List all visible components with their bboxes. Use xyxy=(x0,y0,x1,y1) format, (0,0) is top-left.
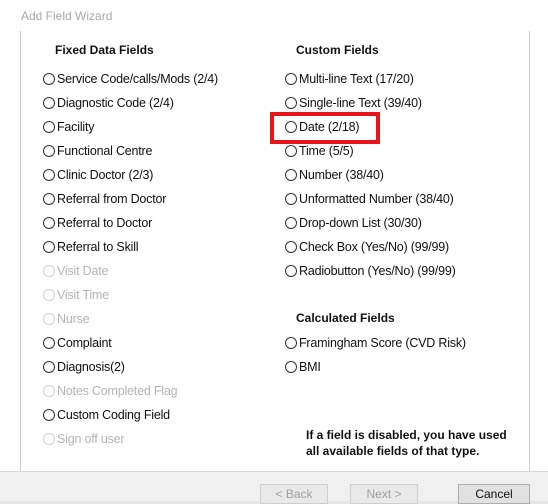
radio-circle[interactable] xyxy=(285,265,297,277)
radio-bmi[interactable]: BMI xyxy=(285,358,321,376)
radio-label: Time (5/5) xyxy=(299,144,354,158)
highlight-box xyxy=(270,112,380,144)
note-line-2: all available fields of that type. xyxy=(306,444,480,458)
radio-label: Unformatted Number (38/40) xyxy=(299,192,454,206)
radio-label: Notes Completed Flag xyxy=(57,384,178,398)
radio-circle[interactable] xyxy=(43,217,55,229)
next-button[interactable]: Next > xyxy=(350,484,418,504)
cancel-button[interactable]: Cancel xyxy=(458,484,530,504)
radio-label: Check Box (Yes/No) (99/99) xyxy=(299,240,449,254)
radio-circle[interactable] xyxy=(285,169,297,181)
radio-circle[interactable] xyxy=(285,193,297,205)
radio-nurse: Nurse xyxy=(43,310,90,328)
disabled-field-note: If a field is disabled, you have used al… xyxy=(306,427,536,459)
radio-label: Visit Date xyxy=(57,264,109,278)
add-field-wizard-window: Add Field Wizard Fixed Data Fields Servi… xyxy=(0,0,548,504)
radio-label: Multi-line Text (17/20) xyxy=(299,72,414,86)
radio-circle xyxy=(43,433,55,445)
radio-circle[interactable] xyxy=(43,337,55,349)
radio-circle[interactable] xyxy=(43,193,55,205)
radio-facility[interactable]: Facility xyxy=(43,118,94,136)
fixed-data-fields-header: Fixed Data Fields xyxy=(55,43,154,57)
radio-label: Facility xyxy=(57,120,95,134)
radio-circle[interactable] xyxy=(285,337,297,349)
radio-label: Referral to Skill xyxy=(57,240,139,254)
radio-circle[interactable] xyxy=(285,145,297,157)
radio-circle[interactable] xyxy=(43,361,55,373)
radio-circle[interactable] xyxy=(43,169,55,181)
radio-label: Number (38/40) xyxy=(299,168,384,182)
radio-circle xyxy=(43,385,55,397)
radio-referral-from-doctor[interactable]: Referral from Doctor xyxy=(43,190,166,208)
radio-referral-to-skill[interactable]: Referral to Skill xyxy=(43,238,139,256)
back-button[interactable]: < Back xyxy=(260,484,328,504)
radio-label: Referral from Doctor xyxy=(57,192,167,206)
radio-circle[interactable] xyxy=(285,73,297,85)
radio-circle xyxy=(43,289,55,301)
radio-label: Referral to Doctor xyxy=(57,216,153,230)
radio-circle[interactable] xyxy=(285,241,297,253)
radio-multi-line-text[interactable]: Multi-line Text (17/20) xyxy=(285,70,414,88)
radio-label: Clinic Doctor (2/3) xyxy=(57,168,154,182)
radio-circle[interactable] xyxy=(285,97,297,109)
radio-label: BMI xyxy=(299,360,321,374)
radio-circle[interactable] xyxy=(43,145,55,157)
radio-custom-coding-field[interactable]: Custom Coding Field xyxy=(43,406,170,424)
note-line-1: If a field is disabled, you have used xyxy=(306,428,507,442)
radio-label: Nurse xyxy=(57,312,90,326)
radio-visit-date: Visit Date xyxy=(43,262,108,280)
window-title: Add Field Wizard xyxy=(21,9,113,23)
radio-drop-down-list[interactable]: Drop-down List (30/30) xyxy=(285,214,422,232)
radio-circle[interactable] xyxy=(285,361,297,373)
radio-label: Service Code/calls/Mods (2/4) xyxy=(57,72,218,86)
radio-label: Sign off user xyxy=(57,432,125,446)
radio-label: Custom Coding Field xyxy=(57,408,170,422)
radio-number[interactable]: Number (38/40) xyxy=(285,166,384,184)
radio-circle[interactable] xyxy=(43,241,55,253)
radio-unformatted-number[interactable]: Unformatted Number (38/40) xyxy=(285,190,454,208)
radio-radiobutton[interactable]: Radiobutton (Yes/No) (99/99) xyxy=(285,262,456,280)
radio-single-line-text[interactable]: Single-line Text (39/40) xyxy=(285,94,422,112)
radio-label: Single-line Text (39/40) xyxy=(299,96,422,110)
radio-framingham-score[interactable]: Framingham Score (CVD Risk) xyxy=(285,334,466,352)
radio-label: Radiobutton (Yes/No) (99/99) xyxy=(299,264,456,278)
radio-label: Drop-down List (30/30) xyxy=(299,216,422,230)
radio-label: Functional Centre xyxy=(57,144,153,158)
radio-functional-centre[interactable]: Functional Centre xyxy=(43,142,152,160)
radio-diagnostic-code[interactable]: Diagnostic Code (2/4) xyxy=(43,94,174,112)
radio-sign-off-user: Sign off user xyxy=(43,430,125,448)
radio-circle[interactable] xyxy=(43,409,55,421)
radio-circle[interactable] xyxy=(43,121,55,133)
radio-label: Complaint xyxy=(57,336,112,350)
radio-label: Diagnosis(2) xyxy=(57,360,125,374)
radio-circle xyxy=(43,265,55,277)
radio-circle[interactable] xyxy=(43,73,55,85)
radio-service-code[interactable]: Service Code/calls/Mods (2/4) xyxy=(43,70,218,88)
radio-visit-time: Visit Time xyxy=(43,286,109,304)
custom-fields-header: Custom Fields xyxy=(296,43,379,57)
radio-referral-to-doctor[interactable]: Referral to Doctor xyxy=(43,214,152,232)
radio-notes-completed-flag: Notes Completed Flag xyxy=(43,382,178,400)
radio-circle[interactable] xyxy=(285,217,297,229)
radio-circle[interactable] xyxy=(43,97,55,109)
radio-label: Framingham Score (CVD Risk) xyxy=(299,336,466,350)
radio-check-box[interactable]: Check Box (Yes/No) (99/99) xyxy=(285,238,449,256)
radio-label: Visit Time xyxy=(57,288,109,302)
radio-complaint[interactable]: Complaint xyxy=(43,334,112,352)
calculated-fields-header: Calculated Fields xyxy=(296,311,395,325)
radio-clinic-doctor[interactable]: Clinic Doctor (2/3) xyxy=(43,166,153,184)
radio-circle xyxy=(43,313,55,325)
radio-diagnosis[interactable]: Diagnosis(2) xyxy=(43,358,125,376)
radio-label: Diagnostic Code (2/4) xyxy=(57,96,174,110)
radio-time[interactable]: Time (5/5) xyxy=(285,142,354,160)
